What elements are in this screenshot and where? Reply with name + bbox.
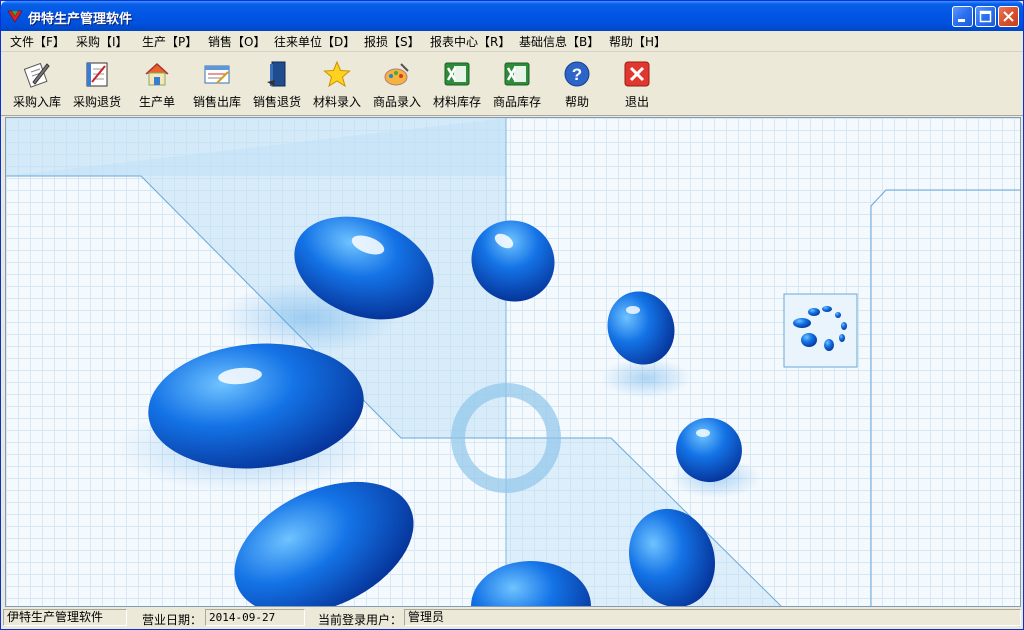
exit-icon (624, 61, 650, 87)
toolbar-button-purchase-return[interactable]: 采购退货 (68, 56, 126, 114)
maximize-button[interactable] (975, 6, 996, 27)
excel-icon (504, 62, 530, 86)
book-icon (267, 61, 286, 87)
toolbar-button-sales-return[interactable]: 销售退货 (248, 56, 306, 114)
menu-production[interactable]: 生产【P】 (142, 33, 197, 50)
menu-sales[interactable]: 销售【O】 (208, 33, 265, 50)
business-date-label: 营业日期： (142, 613, 203, 627)
toolbar-button-sales-out[interactable]: 销售出库 (188, 56, 246, 114)
menu-reports[interactable]: 报表中心【R】 (430, 33, 510, 50)
toolbar-button-help[interactable]: ? 帮助 (548, 56, 606, 114)
app-logo-icon (7, 10, 23, 23)
maximize-icon (979, 10, 992, 23)
main-window: 伊特生产管理软件 文件【F】 采购【I】 生产【P】 销售【O】 往来单位【D】… (0, 0, 1024, 630)
menu-help[interactable]: 帮助【H】 (609, 33, 666, 50)
toolbar-button-production-order[interactable]: 生产单 (128, 56, 186, 114)
star-icon (323, 60, 351, 88)
current-user-label: 当前登录用户： (318, 613, 403, 627)
current-user-value: 管理员 (404, 609, 1021, 626)
title-bar[interactable]: 伊特生产管理软件 (1, 1, 1023, 31)
window-title: 伊特生产管理软件 (28, 12, 133, 27)
toolbar-button-product-entry[interactable]: 商品录入 (368, 56, 426, 114)
toolbar: 采购入库 采购退货 生产单 销售出库 销售退货 材料录入 商品录入 材料库存 商… (1, 52, 1023, 116)
form-icon (204, 65, 230, 84)
toolbar-button-material-stock[interactable]: 材料库存 (428, 56, 486, 114)
house-icon (145, 62, 169, 86)
notebook-icon (86, 62, 108, 87)
palette-icon (384, 63, 409, 86)
menu-file[interactable]: 文件【F】 (10, 33, 65, 50)
toolbar-label: 退出 (624, 95, 649, 109)
menu-purchase[interactable]: 采购【I】 (76, 33, 128, 50)
minimize-icon (958, 19, 965, 22)
toolbar-button-material-entry[interactable]: 材料录入 (308, 56, 366, 114)
close-button[interactable] (998, 6, 1019, 27)
minimize-button[interactable] (952, 6, 973, 27)
menu-basic-info[interactable]: 基础信息【B】 (519, 33, 599, 50)
business-date-value: 2014-09-27 (205, 609, 305, 626)
status-bar: 伊特生产管理软件 营业日期： 2014-09-27 当前登录用户： 管理员 (1, 607, 1023, 629)
excel-icon (444, 62, 470, 86)
menu-bar: 文件【F】 采购【I】 生产【P】 销售【O】 往来单位【D】 报损【S】 报表… (1, 31, 1023, 52)
close-icon (1003, 11, 1014, 22)
background-artwork (6, 118, 1020, 606)
menu-loss[interactable]: 报损【S】 (364, 33, 420, 50)
toolbar-button-product-stock[interactable]: 商品库存 (488, 56, 546, 114)
help-icon: ? (564, 61, 590, 87)
menu-partners[interactable]: 往来单位【D】 (274, 33, 355, 50)
main-workspace (5, 117, 1021, 607)
pen-document-icon (23, 62, 50, 88)
status-app-name: 伊特生产管理软件 (3, 609, 127, 626)
toolbar-button-exit[interactable]: 退出 (608, 56, 666, 114)
toolbar-button-purchase-in[interactable]: 采购入库 (8, 56, 66, 114)
svg-text:?: ? (572, 65, 582, 84)
